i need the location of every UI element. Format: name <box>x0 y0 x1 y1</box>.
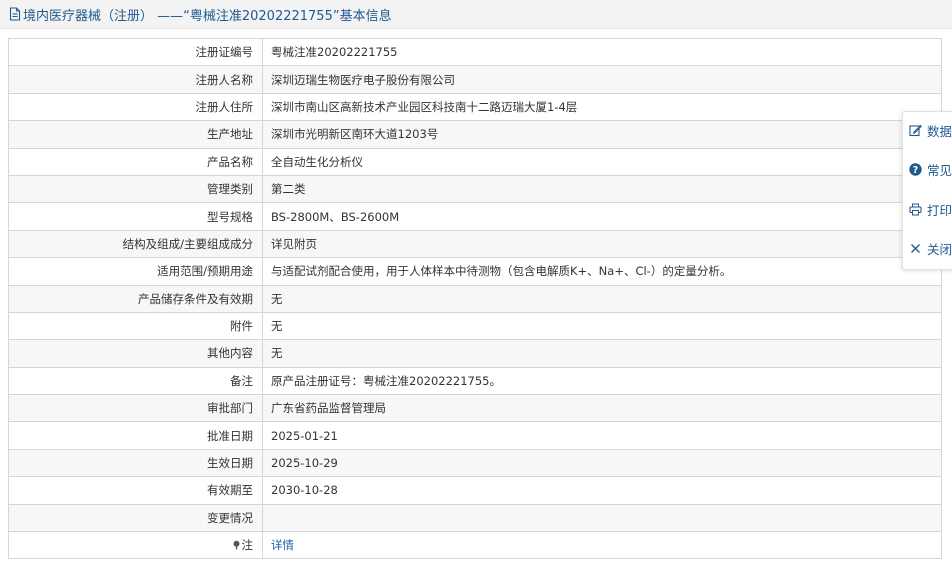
table-row: 有效期至 2030-10-28 <box>8 476 942 505</box>
row-value: 粤械注准20202221755 <box>262 37 942 67</box>
table-row: 生效日期 2025-10-29 <box>8 448 942 478</box>
row-value: 深圳市光明新区南环大道1203号 <box>262 120 942 149</box>
edit-icon <box>909 124 922 136</box>
row-label: 产品名称 <box>8 147 263 176</box>
row-value: BS-2800M、BS-2600M <box>262 202 942 231</box>
row-value: 广东省药品监督管理局 <box>262 394 942 423</box>
row-label: 有效期至 <box>8 476 263 505</box>
table-row: 变更情况 <box>8 503 942 533</box>
floating-toolbar: 数据 ? 常见 打印 关闭 <box>902 111 952 270</box>
print-button-label: 打印 <box>927 202 952 218</box>
table-row: 备注 原产品注册证号：粤械注准20202221755。 <box>8 366 942 396</box>
table-row: 管理类别 第二类 <box>8 174 942 204</box>
close-button[interactable]: 关闭 <box>909 238 952 258</box>
row-value: 无 <box>262 311 942 341</box>
row-value: 2025-01-21 <box>262 421 942 450</box>
page-header: 境内医疗器械（注册） ——“粤械注准20202221755”基本信息 <box>0 0 952 29</box>
row-label: 管理类别 <box>8 174 263 204</box>
row-label: 注册人住所 <box>8 92 263 122</box>
row-value: 无 <box>262 284 942 313</box>
row-label: 生产地址 <box>8 120 263 149</box>
row-value: 详见附页 <box>262 229 942 259</box>
table-row: 结构及组成/主要组成成分 详见附页 <box>8 229 942 259</box>
row-label: 注册人名称 <box>8 65 263 94</box>
table-row: 注 详情 <box>8 531 942 560</box>
print-button[interactable]: 打印 <box>909 199 952 219</box>
row-label: 生效日期 <box>8 448 263 478</box>
table-row: 批准日期 2025-01-21 <box>8 421 942 450</box>
row-label: 附件 <box>8 311 263 341</box>
row-label: 备注 <box>8 366 263 396</box>
basic-info-table: 注册证编号 粤械注准20202221755 注册人名称 深圳迈瑞生物医疗电子股份有限… <box>8 37 942 560</box>
row-value: 详情 <box>262 531 942 560</box>
row-label: 适用范围/预期用途 <box>8 257 263 286</box>
table-row: 审批部门 广东省药品监督管理局 <box>8 394 942 423</box>
print-icon <box>909 203 922 215</box>
row-value <box>262 503 942 533</box>
row-label: 产品储存条件及有效期 <box>8 284 263 313</box>
close-button-label: 关闭 <box>927 241 952 257</box>
table-row: 型号规格 BS-2800M、BS-2600M <box>8 202 942 231</box>
row-label: 变更情况 <box>8 503 263 533</box>
details-link[interactable]: 详情 <box>271 538 294 552</box>
row-value: 深圳迈瑞生物医疗电子股份有限公司 <box>262 65 942 94</box>
row-label: 结构及组成/主要组成成分 <box>8 229 263 259</box>
row-label: 型号规格 <box>8 202 263 231</box>
table-row: 适用范围/预期用途 与适配试剂配合使用，用于人体样本中待测物（包含电解质K+、Na… <box>8 257 942 286</box>
row-value: 2030-10-28 <box>262 476 942 505</box>
data-button-label: 数据 <box>927 123 952 139</box>
note-label-cell: 注 <box>8 531 263 560</box>
table-row: 注册人名称 深圳迈瑞生物医疗电子股份有限公司 <box>8 65 942 94</box>
page-title: 境内医疗器械（注册） ——“粤械注准20202221755”基本信息 <box>23 8 392 24</box>
table-row: 产品储存条件及有效期无 <box>8 284 942 313</box>
table-row: 注册证编号 粤械注准20202221755 <box>8 37 942 67</box>
faq-button-label: 常见 <box>927 162 952 178</box>
row-label: 注册证编号 <box>8 37 263 67</box>
row-value: 与适配试剂配合使用，用于人体样本中待测物（包含电解质K+、Na+、Cl-）的定量… <box>262 257 942 286</box>
table-row: 附件无 <box>8 311 942 341</box>
svg-text:?: ? <box>913 165 919 176</box>
row-value: 全自动生化分析仪 <box>262 147 942 176</box>
table-row: 生产地址 深圳市光明新区南环大道1203号 <box>8 120 942 149</box>
row-value: 2025-10-29 <box>262 448 942 478</box>
row-value: 原产品注册证号：粤械注准20202221755。 <box>262 366 942 396</box>
row-value: 深圳市南山区高新技术产业园区科技南十二路迈瑞大厦1-4层 <box>262 92 942 122</box>
row-label: 其他内容 <box>8 339 263 368</box>
table-row: 其他内容无 <box>8 339 942 368</box>
pin-icon <box>232 539 241 550</box>
document-icon <box>9 7 21 21</box>
data-button[interactable]: 数据 <box>909 120 952 140</box>
row-label: 审批部门 <box>8 394 263 423</box>
note-label: 注 <box>241 538 254 553</box>
row-value: 第二类 <box>262 174 942 204</box>
help-icon: ? <box>909 162 922 176</box>
table-row: 产品名称 全自动生化分析仪 <box>8 147 942 176</box>
table-row: 注册人住所 深圳市南山区高新技术产业园区科技南十二路迈瑞大厦1-4层 <box>8 92 942 122</box>
row-label: 批准日期 <box>8 421 263 450</box>
close-icon <box>911 243 920 253</box>
row-value: 无 <box>262 339 942 368</box>
faq-button[interactable]: ? 常见 <box>909 159 952 179</box>
